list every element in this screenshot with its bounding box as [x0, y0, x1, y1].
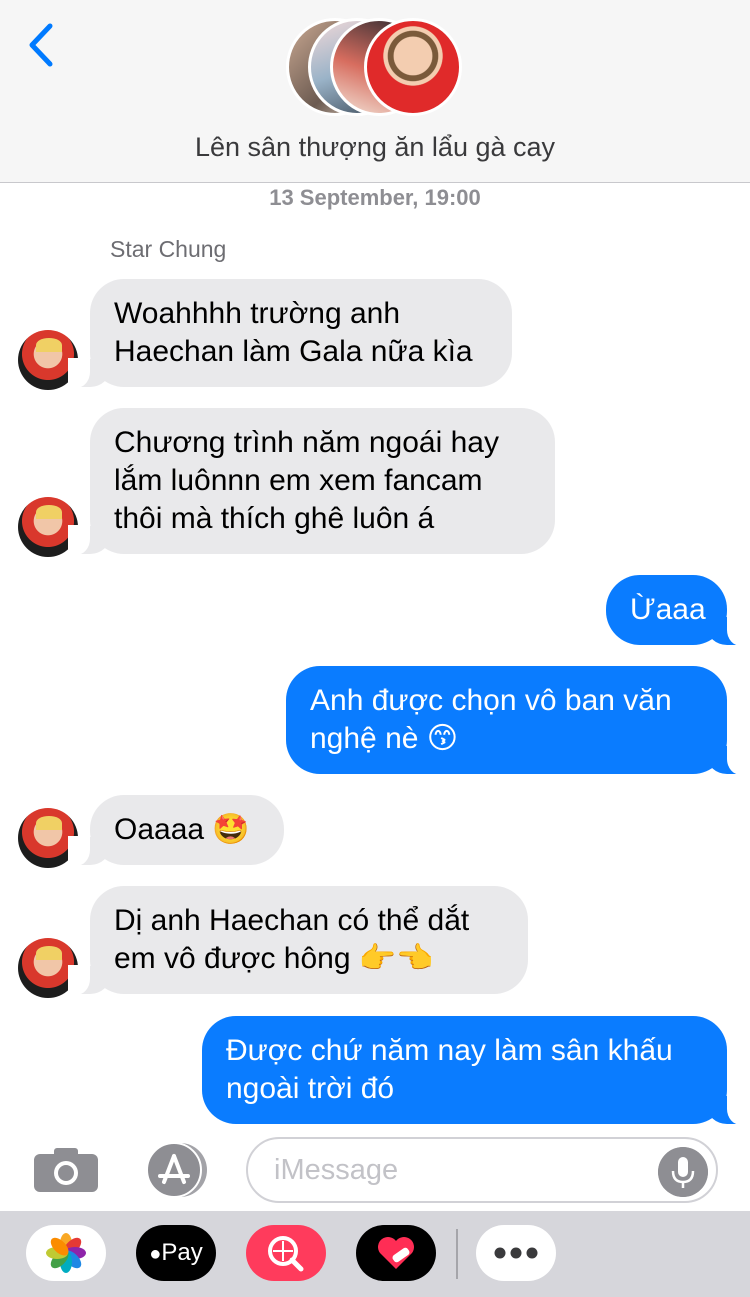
- outgoing-message[interactable]: Ừaaa: [606, 575, 749, 646]
- outgoing-message[interactable]: Được chứ năm nay làm sân khấu ngoài trời…: [202, 1016, 749, 1125]
- apple-icon: ●: [149, 1243, 162, 1265]
- message-input[interactable]: iMessage: [246, 1137, 718, 1203]
- group-member-avatar: [364, 18, 462, 116]
- apple-pay-label: Pay: [161, 1239, 203, 1266]
- message-text: Oaaaa 🤩: [114, 813, 250, 846]
- app-store-icon[interactable]: [140, 1142, 212, 1198]
- camera-icon[interactable]: [32, 1146, 100, 1194]
- message-text: Anh được chọn vô ban văn nghệ nè 😙: [310, 684, 672, 755]
- photos-app-icon[interactable]: [26, 1225, 106, 1281]
- message-text: Woahhhh trường anh Haechan làm Gala nữa …: [114, 297, 473, 368]
- message-text: Chương trình năm ngoái hay lắm luônnn em…: [114, 426, 499, 535]
- message-text: Được chứ năm nay làm sân khấu ngoài trời…: [226, 1034, 673, 1105]
- outgoing-message[interactable]: Anh được chọn vô ban văn nghệ nè 😙: [286, 666, 749, 775]
- back-chevron-icon[interactable]: [24, 22, 58, 68]
- timestamp: 13 September, 19:00: [269, 185, 481, 210]
- message-text: Dị anh Haechan có thể dắt em vô được hôn…: [114, 904, 470, 975]
- conversation-header: Lên sân thượng ăn lẩu gà cay: [0, 0, 750, 183]
- app-drawer: ●Pay: [0, 1211, 750, 1297]
- sender-name: Star Chung: [110, 236, 227, 262]
- image-search-icon[interactable]: [246, 1225, 326, 1281]
- incoming-message[interactable]: Oaaaa 🤩: [68, 795, 284, 866]
- message-input-placeholder: iMessage: [274, 1154, 399, 1186]
- more-apps-icon[interactable]: [476, 1225, 556, 1281]
- message-text: Ừaaa: [630, 593, 706, 626]
- digital-touch-icon[interactable]: [356, 1225, 436, 1281]
- incoming-message[interactable]: Woahhhh trường anh Haechan làm Gala nữa …: [68, 279, 512, 388]
- group-avatars[interactable]: [286, 18, 466, 118]
- incoming-message[interactable]: Chương trình năm ngoái hay lắm luônnn em…: [68, 408, 555, 555]
- apple-pay-icon[interactable]: ●Pay: [136, 1225, 216, 1281]
- group-title[interactable]: Lên sân thượng ăn lẩu gà cay: [0, 132, 750, 163]
- drawer-divider: [456, 1229, 458, 1279]
- incoming-message[interactable]: Dị anh Haechan có thể dắt em vô được hôn…: [68, 886, 528, 995]
- microphone-icon[interactable]: [658, 1147, 708, 1197]
